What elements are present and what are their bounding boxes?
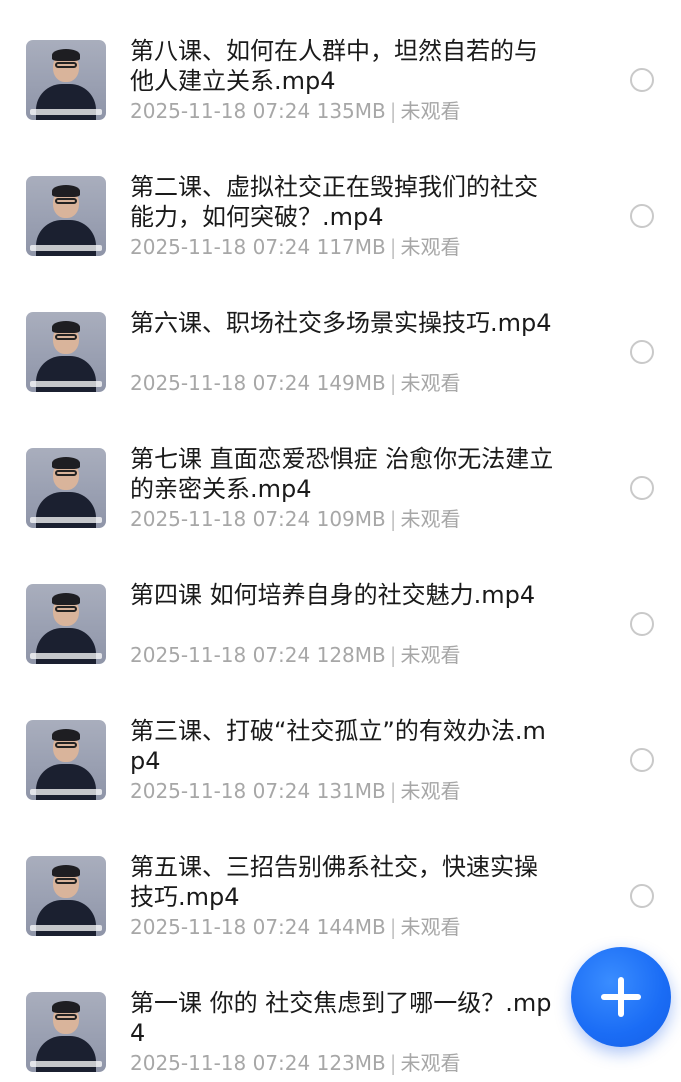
select-radio-icon[interactable] [630,68,654,92]
file-meta: 2025-11-18 07:24 117MB | 未观看 [130,235,461,259]
file-size: 144MB [316,915,386,939]
file-date: 2025-11-18 07:24 [130,99,311,123]
select-radio-icon[interactable] [630,612,654,636]
select-radio-icon[interactable] [630,748,654,772]
video-thumbnail [26,720,106,800]
list-item[interactable]: 第七课 直面恋爱恐惧症 治愈你无法建立的亲密关系.mp4 2025-11-18 … [0,420,681,556]
file-meta: 2025-11-18 07:24 131MB | 未观看 [130,779,461,803]
file-size: 128MB [316,643,386,667]
file-date: 2025-11-18 07:24 [130,235,311,259]
watch-status: 未观看 [400,235,461,259]
file-date: 2025-11-18 07:24 [130,915,311,939]
video-thumbnail [26,40,106,120]
file-size: 135MB [316,99,386,123]
watch-status: 未观看 [400,1051,461,1075]
file-date: 2025-11-18 07:24 [130,643,311,667]
file-date: 2025-11-18 07:24 [130,1051,311,1075]
list-item[interactable]: 第二课、虚拟社交正在毁掉我们的社交能力，如何突破？.mp4 2025-11-18… [0,148,681,284]
video-thumbnail [26,856,106,936]
file-date: 2025-11-18 07:24 [130,779,311,803]
file-size: 123MB [316,1051,386,1075]
file-title: 第一课 你的 社交焦虑到了哪一级？.mp4 [130,989,552,1047]
list-item[interactable]: 第六课、职场社交多场景实操技巧.mp4 2025-11-18 07:24 149… [0,284,681,420]
video-thumbnail [26,584,106,664]
file-title: 第四课 如何培养自身的社交魅力.mp4 [130,581,536,609]
list-item[interactable]: 第三课、打破“社交孤立”的有效办法.mp4 2025-11-18 07:24 1… [0,692,681,828]
file-size: 117MB [316,235,386,259]
file-meta: 2025-11-18 07:24 135MB | 未观看 [130,99,461,123]
file-size: 131MB [316,779,386,803]
select-radio-icon[interactable] [630,204,654,228]
file-title: 第三课、打破“社交孤立”的有效办法.mp4 [130,717,546,775]
file-meta: 2025-11-18 07:24 109MB | 未观看 [130,507,461,531]
file-title: 第二课、虚拟社交正在毁掉我们的社交能力，如何突破？.mp4 [130,173,538,231]
file-title: 第五课、三招告别佛系社交，快速实操技巧.mp4 [130,853,538,911]
watch-status: 未观看 [400,507,461,531]
select-radio-icon[interactable] [630,340,654,364]
watch-status: 未观看 [400,915,461,939]
file-title: 第六课、职场社交多场景实操技巧.mp4 [130,309,552,337]
file-meta: 2025-11-18 07:24 149MB | 未观看 [130,371,461,395]
video-thumbnail [26,448,106,528]
list-item[interactable]: 第八课、如何在人群中，坦然自若的与他人建立关系.mp4 2025-11-18 0… [0,12,681,148]
file-meta: 2025-11-18 07:24 123MB | 未观看 [130,1051,461,1075]
video-thumbnail [26,312,106,392]
file-meta: 2025-11-18 07:24 144MB | 未观看 [130,915,461,939]
select-radio-icon[interactable] [630,884,654,908]
watch-status: 未观看 [400,371,461,395]
file-title: 第八课、如何在人群中，坦然自若的与他人建立关系.mp4 [130,37,538,95]
file-title: 第七课 直面恋爱恐惧症 治愈你无法建立的亲密关系.mp4 [130,445,554,503]
watch-status: 未观看 [400,643,461,667]
watch-status: 未观看 [400,779,461,803]
add-button[interactable] [571,947,671,1047]
file-meta: 2025-11-18 07:24 128MB | 未观看 [130,643,461,667]
file-date: 2025-11-18 07:24 [130,371,311,395]
video-thumbnail [26,992,106,1072]
file-size: 109MB [316,507,386,531]
file-date: 2025-11-18 07:24 [130,507,311,531]
list-item[interactable]: 第五课、三招告别佛系社交，快速实操技巧.mp4 2025-11-18 07:24… [0,828,681,964]
watch-status: 未观看 [400,99,461,123]
select-radio-icon[interactable] [630,476,654,500]
file-size: 149MB [316,371,386,395]
video-thumbnail [26,176,106,256]
list-item[interactable]: 第四课 如何培养自身的社交魅力.mp4 2025-11-18 07:24 128… [0,556,681,692]
